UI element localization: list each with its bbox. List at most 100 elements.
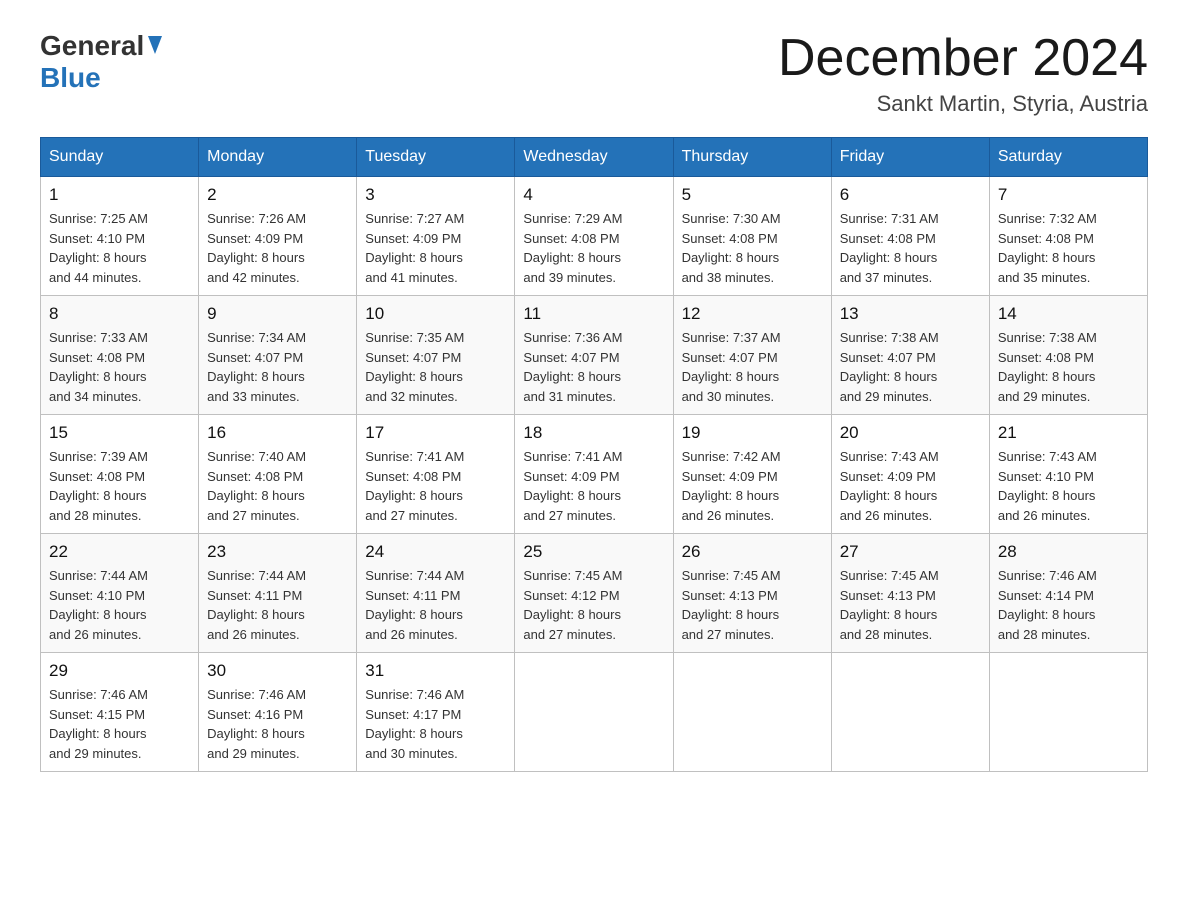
day-number: 15 xyxy=(49,423,190,443)
calendar-cell: 18Sunrise: 7:41 AMSunset: 4:09 PMDayligh… xyxy=(515,415,673,534)
calendar-cell: 24Sunrise: 7:44 AMSunset: 4:11 PMDayligh… xyxy=(357,534,515,653)
calendar-cell: 26 Sunrise: 7:45 AMSunset: 4:13 PMDayligh… xyxy=(673,534,831,653)
day-info: Sunrise: 7:38 AMSunset: 4:08 PMDaylight:… xyxy=(998,328,1139,406)
day-info: Sunrise: 7:35 AMSunset: 4:07 PMDaylight:… xyxy=(365,328,506,406)
day-info: Sunrise: 7:45 AMSunset: 4:12 PMDaylight:… xyxy=(523,566,664,644)
weekday-header-sunday: Sunday xyxy=(41,138,199,177)
calendar-cell: 21 Sunrise: 7:43 AMSunset: 4:10 PMDayligh… xyxy=(989,415,1147,534)
day-number: 26 xyxy=(682,542,823,562)
day-number: 27 xyxy=(840,542,981,562)
day-number: 14 xyxy=(998,304,1139,324)
day-number: 1 xyxy=(49,185,190,205)
day-info: Sunrise: 7:36 AMSunset: 4:07 PMDaylight:… xyxy=(523,328,664,406)
calendar-week-row: 1 Sunrise: 7:25 AMSunset: 4:10 PMDaylight… xyxy=(41,177,1148,296)
calendar-cell xyxy=(515,653,673,772)
weekday-header-wednesday: Wednesday xyxy=(515,138,673,177)
calendar-cell: 20 Sunrise: 7:43 AMSunset: 4:09 PMDayligh… xyxy=(831,415,989,534)
day-number: 11 xyxy=(523,304,664,324)
calendar-cell xyxy=(831,653,989,772)
day-info: Sunrise: 7:42 AMSunset: 4:09 PMDaylight:… xyxy=(682,447,823,525)
day-number: 8 xyxy=(49,304,190,324)
calendar-cell: 4Sunrise: 7:29 AMSunset: 4:08 PMDaylight… xyxy=(515,177,673,296)
calendar-cell: 14 Sunrise: 7:38 AMSunset: 4:08 PMDayligh… xyxy=(989,296,1147,415)
day-info: Sunrise: 7:46 AMSunset: 4:17 PMDaylight:… xyxy=(365,685,506,763)
day-info: Sunrise: 7:27 AMSunset: 4:09 PMDaylight:… xyxy=(365,209,506,287)
day-info: Sunrise: 7:38 AMSunset: 4:07 PMDaylight:… xyxy=(840,328,981,406)
logo-arrow-icon xyxy=(148,36,162,59)
day-info: Sunrise: 7:43 AMSunset: 4:09 PMDaylight:… xyxy=(840,447,981,525)
calendar-cell: 27 Sunrise: 7:45 AMSunset: 4:13 PMDayligh… xyxy=(831,534,989,653)
weekday-header-tuesday: Tuesday xyxy=(357,138,515,177)
day-info: Sunrise: 7:26 AMSunset: 4:09 PMDaylight:… xyxy=(207,209,348,287)
calendar-cell: 3 Sunrise: 7:27 AMSunset: 4:09 PMDaylight… xyxy=(357,177,515,296)
day-info: Sunrise: 7:39 AMSunset: 4:08 PMDaylight:… xyxy=(49,447,190,525)
calendar-week-row: 8 Sunrise: 7:33 AMSunset: 4:08 PMDaylight… xyxy=(41,296,1148,415)
month-title: December 2024 xyxy=(778,30,1148,87)
day-number: 25 xyxy=(523,542,664,562)
day-info: Sunrise: 7:45 AMSunset: 4:13 PMDaylight:… xyxy=(682,566,823,644)
calendar-cell: 9 Sunrise: 7:34 AMSunset: 4:07 PMDaylight… xyxy=(199,296,357,415)
day-info: Sunrise: 7:46 AMSunset: 4:16 PMDaylight:… xyxy=(207,685,348,763)
day-number: 12 xyxy=(682,304,823,324)
day-number: 22 xyxy=(49,542,190,562)
day-number: 20 xyxy=(840,423,981,443)
day-info: Sunrise: 7:46 AMSunset: 4:14 PMDaylight:… xyxy=(998,566,1139,644)
page-header: General Blue December 2024 Sankt Martin,… xyxy=(40,30,1148,117)
day-info: Sunrise: 7:44 AMSunset: 4:11 PMDaylight:… xyxy=(365,566,506,644)
day-info: Sunrise: 7:31 AMSunset: 4:08 PMDaylight:… xyxy=(840,209,981,287)
day-number: 30 xyxy=(207,661,348,681)
day-number: 13 xyxy=(840,304,981,324)
day-number: 17 xyxy=(365,423,506,443)
day-number: 23 xyxy=(207,542,348,562)
day-number: 10 xyxy=(365,304,506,324)
day-info: Sunrise: 7:46 AMSunset: 4:15 PMDaylight:… xyxy=(49,685,190,763)
day-info: Sunrise: 7:41 AMSunset: 4:08 PMDaylight:… xyxy=(365,447,506,525)
day-info: Sunrise: 7:43 AMSunset: 4:10 PMDaylight:… xyxy=(998,447,1139,525)
calendar-cell: 17 Sunrise: 7:41 AMSunset: 4:08 PMDayligh… xyxy=(357,415,515,534)
day-info: Sunrise: 7:45 AMSunset: 4:13 PMDaylight:… xyxy=(840,566,981,644)
calendar-cell xyxy=(673,653,831,772)
day-number: 21 xyxy=(998,423,1139,443)
day-number: 28 xyxy=(998,542,1139,562)
location-title: Sankt Martin, Styria, Austria xyxy=(778,91,1148,117)
calendar-cell: 7Sunrise: 7:32 AMSunset: 4:08 PMDaylight… xyxy=(989,177,1147,296)
day-info: Sunrise: 7:33 AMSunset: 4:08 PMDaylight:… xyxy=(49,328,190,406)
calendar-cell: 23Sunrise: 7:44 AMSunset: 4:11 PMDayligh… xyxy=(199,534,357,653)
day-info: Sunrise: 7:37 AMSunset: 4:07 PMDaylight:… xyxy=(682,328,823,406)
calendar-cell: 31 Sunrise: 7:46 AMSunset: 4:17 PMDayligh… xyxy=(357,653,515,772)
calendar-cell: 29 Sunrise: 7:46 AMSunset: 4:15 PMDayligh… xyxy=(41,653,199,772)
calendar-week-row: 15 Sunrise: 7:39 AMSunset: 4:08 PMDayligh… xyxy=(41,415,1148,534)
calendar-cell: 19 Sunrise: 7:42 AMSunset: 4:09 PMDayligh… xyxy=(673,415,831,534)
day-info: Sunrise: 7:25 AMSunset: 4:10 PMDaylight:… xyxy=(49,209,190,287)
day-info: Sunrise: 7:41 AMSunset: 4:09 PMDaylight:… xyxy=(523,447,664,525)
day-number: 31 xyxy=(365,661,506,681)
weekday-header-thursday: Thursday xyxy=(673,138,831,177)
calendar-cell: 5 Sunrise: 7:30 AMSunset: 4:08 PMDaylight… xyxy=(673,177,831,296)
calendar-cell: 22Sunrise: 7:44 AMSunset: 4:10 PMDayligh… xyxy=(41,534,199,653)
day-number: 3 xyxy=(365,185,506,205)
day-number: 7 xyxy=(998,185,1139,205)
weekday-header-row: SundayMondayTuesdayWednesdayThursdayFrid… xyxy=(41,138,1148,177)
day-info: Sunrise: 7:30 AMSunset: 4:08 PMDaylight:… xyxy=(682,209,823,287)
logo-general-text: General xyxy=(40,30,144,62)
day-number: 6 xyxy=(840,185,981,205)
day-number: 5 xyxy=(682,185,823,205)
calendar-cell: 11 Sunrise: 7:36 AMSunset: 4:07 PMDayligh… xyxy=(515,296,673,415)
logo: General Blue xyxy=(40,30,162,94)
calendar-cell: 10 Sunrise: 7:35 AMSunset: 4:07 PMDayligh… xyxy=(357,296,515,415)
day-info: Sunrise: 7:40 AMSunset: 4:08 PMDaylight:… xyxy=(207,447,348,525)
calendar-cell: 25 Sunrise: 7:45 AMSunset: 4:12 PMDayligh… xyxy=(515,534,673,653)
weekday-header-monday: Monday xyxy=(199,138,357,177)
day-number: 29 xyxy=(49,661,190,681)
day-info: Sunrise: 7:34 AMSunset: 4:07 PMDaylight:… xyxy=(207,328,348,406)
day-number: 9 xyxy=(207,304,348,324)
day-number: 4 xyxy=(523,185,664,205)
calendar-cell: 8 Sunrise: 7:33 AMSunset: 4:08 PMDaylight… xyxy=(41,296,199,415)
day-number: 16 xyxy=(207,423,348,443)
calendar-cell: 15 Sunrise: 7:39 AMSunset: 4:08 PMDayligh… xyxy=(41,415,199,534)
calendar-table: SundayMondayTuesdayWednesdayThursdayFrid… xyxy=(40,137,1148,772)
day-number: 19 xyxy=(682,423,823,443)
calendar-cell: 16 Sunrise: 7:40 AMSunset: 4:08 PMDayligh… xyxy=(199,415,357,534)
calendar-cell: 13 Sunrise: 7:38 AMSunset: 4:07 PMDayligh… xyxy=(831,296,989,415)
calendar-cell: 28 Sunrise: 7:46 AMSunset: 4:14 PMDayligh… xyxy=(989,534,1147,653)
